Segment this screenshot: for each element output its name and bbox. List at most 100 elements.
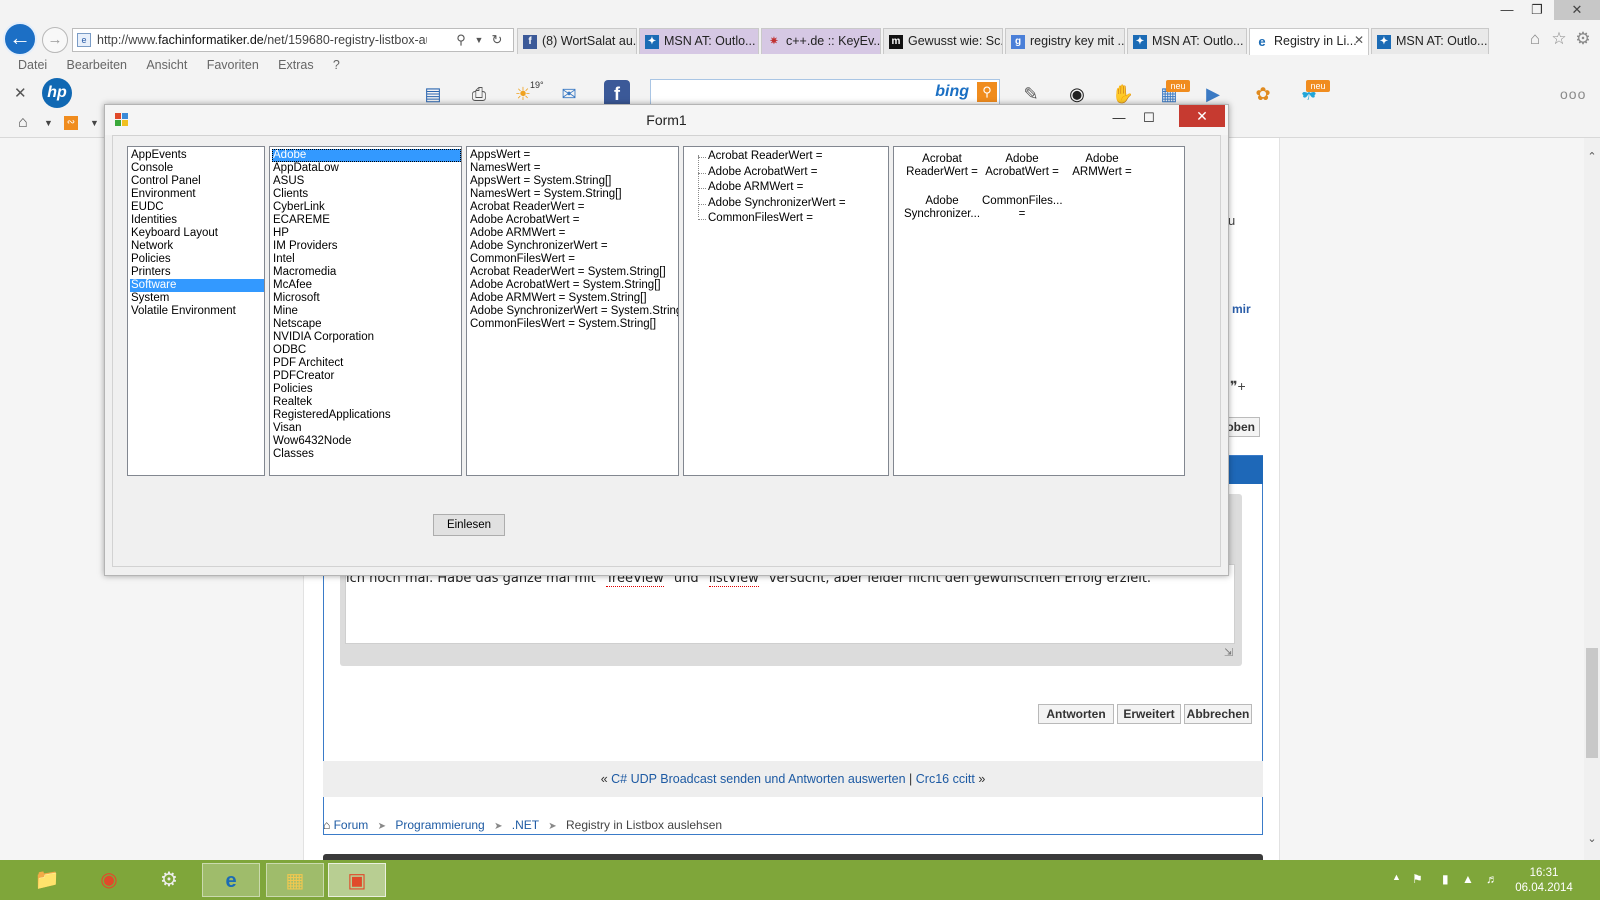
list-item[interactable]: Volatile Environment [130,305,264,318]
tab-gewusst-wie[interactable]: m Gewusst wie: Sc... [883,28,1003,54]
listview-item[interactable]: CommonFiles... = [982,195,1063,221]
previous-thread-link[interactable]: C# UDP Broadcast senden und Antworten au… [611,772,905,786]
list-item[interactable]: Network [130,240,264,253]
software-subkey-listbox[interactable]: Adobe AppDataLow ASUS Clients CyberLink ECARE… [269,146,462,476]
list-item[interactable]: AppsWert = [469,149,678,162]
list-item[interactable]: Clients [272,188,461,201]
list-item[interactable]: AppEvents [130,149,264,162]
list-item[interactable]: EUDC [130,201,264,214]
partial-link[interactable]: mir [1232,302,1251,316]
reply-textarea[interactable]: ich noch mal. Habe das ganze mal mit "Tr… [345,564,1235,644]
list-item[interactable]: PDF Architect [272,357,461,370]
tab-wortsalat[interactable]: f (8) WortSalat au... [517,28,637,54]
scroll-down-icon[interactable]: ⌄ [1585,832,1599,846]
close-window-button[interactable]: ✕ [1554,0,1600,20]
forward-button[interactable]: → [42,27,68,53]
form-minimize-button[interactable]: — [1105,107,1133,129]
list-item[interactable]: Policies [130,253,264,266]
chevron-down-icon[interactable]: ▼ [90,118,99,128]
list-item[interactable]: McAfee [272,279,461,292]
list-item[interactable]: Netscape [272,318,461,331]
listview-item[interactable]: Adobe ARMWert = [1062,153,1142,179]
chevron-down-icon[interactable]: ▼ [44,118,53,128]
list-item[interactable]: Macromedia [272,266,461,279]
tab-msn-2[interactable]: ✦ MSN AT: Outlo... [1127,28,1247,54]
form-maximize-button[interactable]: ☐ [1135,107,1163,129]
form-close-button[interactable]: ✕ [1179,105,1225,127]
list-item[interactable]: RegisteredApplications [272,409,461,422]
partial-button-oben[interactable]: oben [1224,417,1260,437]
restore-button[interactable]: ❐ [1520,0,1554,20]
visual-studio-icon[interactable]: ▦ [266,863,324,897]
list-item[interactable]: Acrobat ReaderWert = System.String[] [469,266,678,279]
scrollbar-thumb[interactable] [1586,648,1598,758]
back-button[interactable]: ← [3,22,37,56]
next-thread-link[interactable]: Crc16 ccitt [916,772,975,786]
list-item[interactable]: CyberLink [272,201,461,214]
tab-registry-key[interactable]: g registry key mit ... [1005,28,1125,54]
list-item[interactable]: Microsoft [272,292,461,305]
address-text[interactable]: http://www.fachinformatiker.de/net/15968… [97,33,427,47]
form1-app-icon[interactable]: ▣ [328,863,386,897]
tree-node[interactable]: CommonFilesWert = [684,211,846,227]
list-item[interactable]: Mine [272,305,461,318]
list-item[interactable]: Identities [130,214,264,227]
einlesen-button[interactable]: Einlesen [433,514,505,536]
antworten-button[interactable]: Antworten [1038,704,1114,724]
list-item[interactable]: Adobe ARMWert = [469,227,678,240]
list-item[interactable]: Policies [272,383,461,396]
tools-icon[interactable]: ⚙ [140,863,198,897]
breadcrumb-forum[interactable]: Forum [334,818,369,832]
favorites-star-icon[interactable]: ☆ [1548,28,1570,50]
bing-search-input[interactable]: bing ⚲ [650,79,1000,105]
search-icon[interactable]: ⚲ [453,32,469,48]
list-item[interactable]: Adobe SynchronizerWert = [469,240,678,253]
list-item[interactable]: CommonFilesWert = [469,253,678,266]
battery-icon[interactable]: ▮ [1442,872,1449,886]
show-hidden-icons-icon[interactable]: ▲ [1392,872,1401,882]
form1-titlebar[interactable]: Form1 — ☐ ✕ [105,105,1228,135]
list-item[interactable]: PDFCreator [272,370,461,383]
list-item[interactable]: Environment [130,188,264,201]
menu-help[interactable]: ? [333,58,340,72]
list-item[interactable]: Visan [272,422,461,435]
menu-bearbeiten[interactable]: Bearbeiten [67,58,127,72]
internet-explorer-icon[interactable]: e [202,863,260,897]
values-treeview[interactable]: Acrobat ReaderWert = Adobe AcrobatWert = A… [683,146,889,476]
erweitert-button[interactable]: Erweitert [1117,704,1181,724]
quote-plus-icon[interactable]: ❞+ [1230,378,1246,395]
list-item[interactable]: Intel [272,253,461,266]
tree-node[interactable]: Adobe AcrobatWert = [684,165,846,181]
scroll-up-icon[interactable]: ⌃ [1585,150,1599,164]
action-center-flag-icon[interactable]: ⚑ [1412,872,1423,886]
chrome-icon[interactable]: ◉ [80,863,138,897]
system-clock[interactable]: 16:31 06.04.2014 [1506,866,1582,896]
close-tab-icon[interactable]: ✕ [1354,33,1364,47]
list-item[interactable]: ODBC [272,344,461,357]
list-item[interactable]: AppsWert = System.String[] [469,175,678,188]
list-item[interactable]: NamesWert = System.String[] [469,188,678,201]
list-item[interactable]: IM Providers [272,240,461,253]
values-listview[interactable]: Acrobat ReaderWert = Adobe AcrobatWert = Ado… [893,146,1185,476]
list-item[interactable]: NamesWert = [469,162,678,175]
list-item[interactable]: NVIDIA Corporation [272,331,461,344]
list-item[interactable]: Adobe ARMWert = System.String[] [469,292,678,305]
list-item[interactable]: Realtek [272,396,461,409]
list-item[interactable]: Classes [272,448,461,461]
toolbar-close-icon[interactable]: ✕ [14,84,27,102]
list-item[interactable]: AppDataLow [272,162,461,175]
address-bar[interactable]: e http://www.fachinformatiker.de/net/159… [72,28,514,52]
tab-msn-3[interactable]: ✦ MSN AT: Outlo... [1371,28,1489,54]
menu-datei[interactable]: Datei [18,58,47,72]
list-item[interactable]: Wow6432Node [272,435,461,448]
list-item[interactable]: Printers [130,266,264,279]
hp-logo-icon[interactable]: hp [42,78,72,108]
list-item[interactable]: Adobe SynchronizerWert = System.String[] [469,305,678,318]
list-item[interactable]: Acrobat ReaderWert = [469,201,678,214]
tree-node[interactable]: Adobe SynchronizerWert = [684,196,846,212]
registry-root-listbox[interactable]: AppEvents Console Control Panel Environment… [127,146,265,476]
more-options-icon[interactable]: ooo [1560,86,1586,102]
values-listbox[interactable]: AppsWert = NamesWert = AppsWert = System.S… [466,146,679,476]
list-item[interactable]: Adobe AcrobatWert = System.String[] [469,279,678,292]
tab-cpp-de[interactable]: ✷ c++.de :: KeyEv... [761,28,881,54]
